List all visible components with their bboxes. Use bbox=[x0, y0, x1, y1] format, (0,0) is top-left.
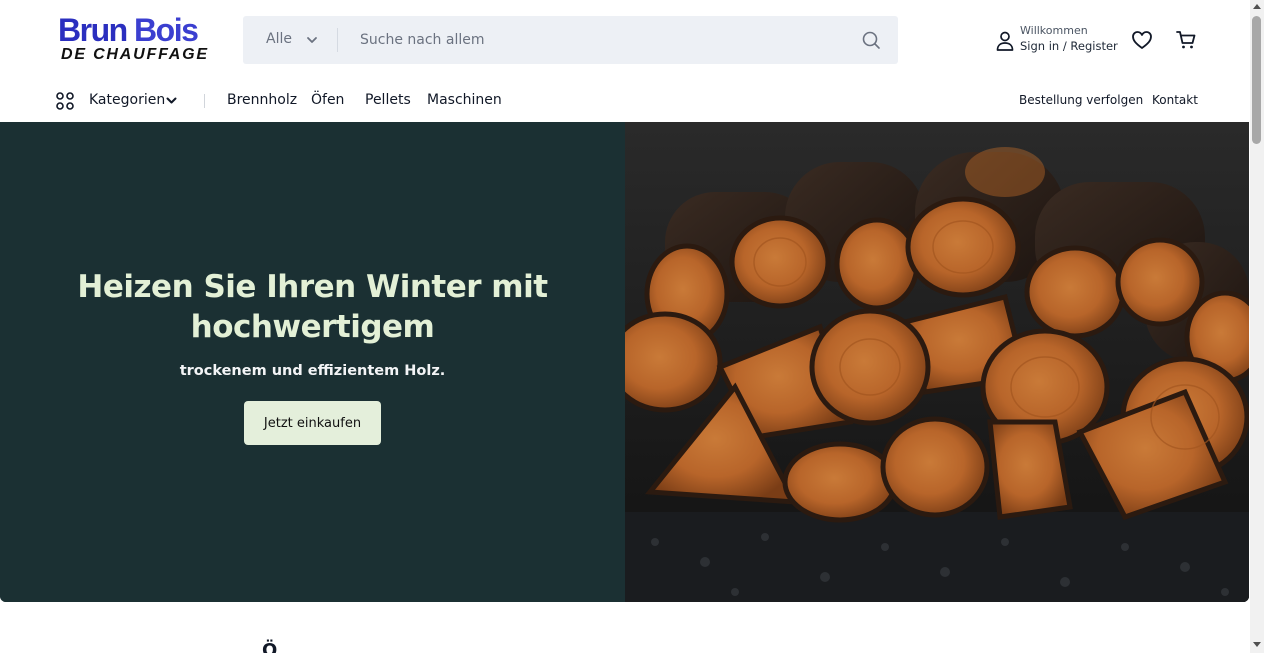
nav-link-maschinen[interactable]: Maschinen bbox=[427, 92, 502, 108]
brand-name-part1: Brun bbox=[58, 12, 135, 48]
nav-link-brennholz[interactable]: Brennholz bbox=[227, 92, 297, 108]
scroll-up-arrow-icon[interactable] bbox=[1253, 4, 1261, 9]
search-divider bbox=[337, 28, 338, 52]
chevron-down-icon[interactable] bbox=[165, 94, 178, 107]
brand-logo[interactable]: Brun Bois DE CHAUFFAGE bbox=[57, 12, 217, 66]
account-signin: Sign in / Register bbox=[1020, 39, 1118, 53]
shop-now-button[interactable]: Jetzt einkaufen bbox=[244, 401, 381, 445]
hero-text-panel: Heizen Sie Ihren Winter mit hochwertigem… bbox=[0, 122, 625, 602]
chevron-down-icon bbox=[307, 37, 317, 43]
firewood-illustration bbox=[607, 122, 1249, 602]
hero-banner: Heizen Sie Ihren Winter mit hochwertigem… bbox=[0, 122, 1249, 602]
scrollbar-thumb[interactable] bbox=[1252, 16, 1261, 144]
grid-icon[interactable] bbox=[56, 92, 74, 110]
brand-name: Brun Bois bbox=[58, 12, 199, 48]
scroll-down-arrow-icon[interactable] bbox=[1253, 642, 1261, 647]
cart-icon[interactable] bbox=[1175, 29, 1197, 51]
nav-link-oefen[interactable]: Öfen bbox=[311, 92, 344, 108]
nav-link-track-order[interactable]: Bestellung verfolgen bbox=[1019, 93, 1143, 107]
search-icon[interactable] bbox=[861, 30, 881, 50]
heart-icon[interactable] bbox=[1131, 29, 1153, 51]
search-category-select[interactable]: Alle bbox=[243, 16, 337, 64]
account-welcome: Willkommen bbox=[1020, 24, 1088, 37]
brand-name-part2: Bois bbox=[134, 12, 199, 48]
brand-subtitle: DE CHAUFFAGE bbox=[61, 46, 209, 63]
user-icon bbox=[996, 31, 1014, 51]
search-input[interactable] bbox=[347, 24, 847, 56]
nav-separator bbox=[204, 94, 205, 108]
hero-subtitle: trockenem und effizientem Holz. bbox=[179, 363, 446, 379]
nav-categories[interactable]: Kategorien bbox=[89, 92, 165, 108]
account-link[interactable]: Willkommen Sign in / Register bbox=[995, 24, 1118, 58]
page-scrollbar[interactable] bbox=[1250, 0, 1264, 653]
nav-link-contact[interactable]: Kontakt bbox=[1152, 93, 1198, 107]
search-category-label: Alle bbox=[266, 31, 292, 47]
site-header: Brun Bois DE CHAUFFAGE Alle Willkommen S… bbox=[0, 0, 1250, 80]
section-heading-peek: Ö bbox=[262, 640, 278, 653]
firewood-image bbox=[607, 122, 1249, 602]
main-nav: Kategorien Brennholz Öfen Pellets Maschi… bbox=[0, 80, 1250, 122]
nav-link-pellets[interactable]: Pellets bbox=[365, 92, 411, 108]
search-bar: Alle bbox=[243, 16, 898, 64]
hero-title: Heizen Sie Ihren Winter mit hochwertigem bbox=[77, 269, 548, 345]
